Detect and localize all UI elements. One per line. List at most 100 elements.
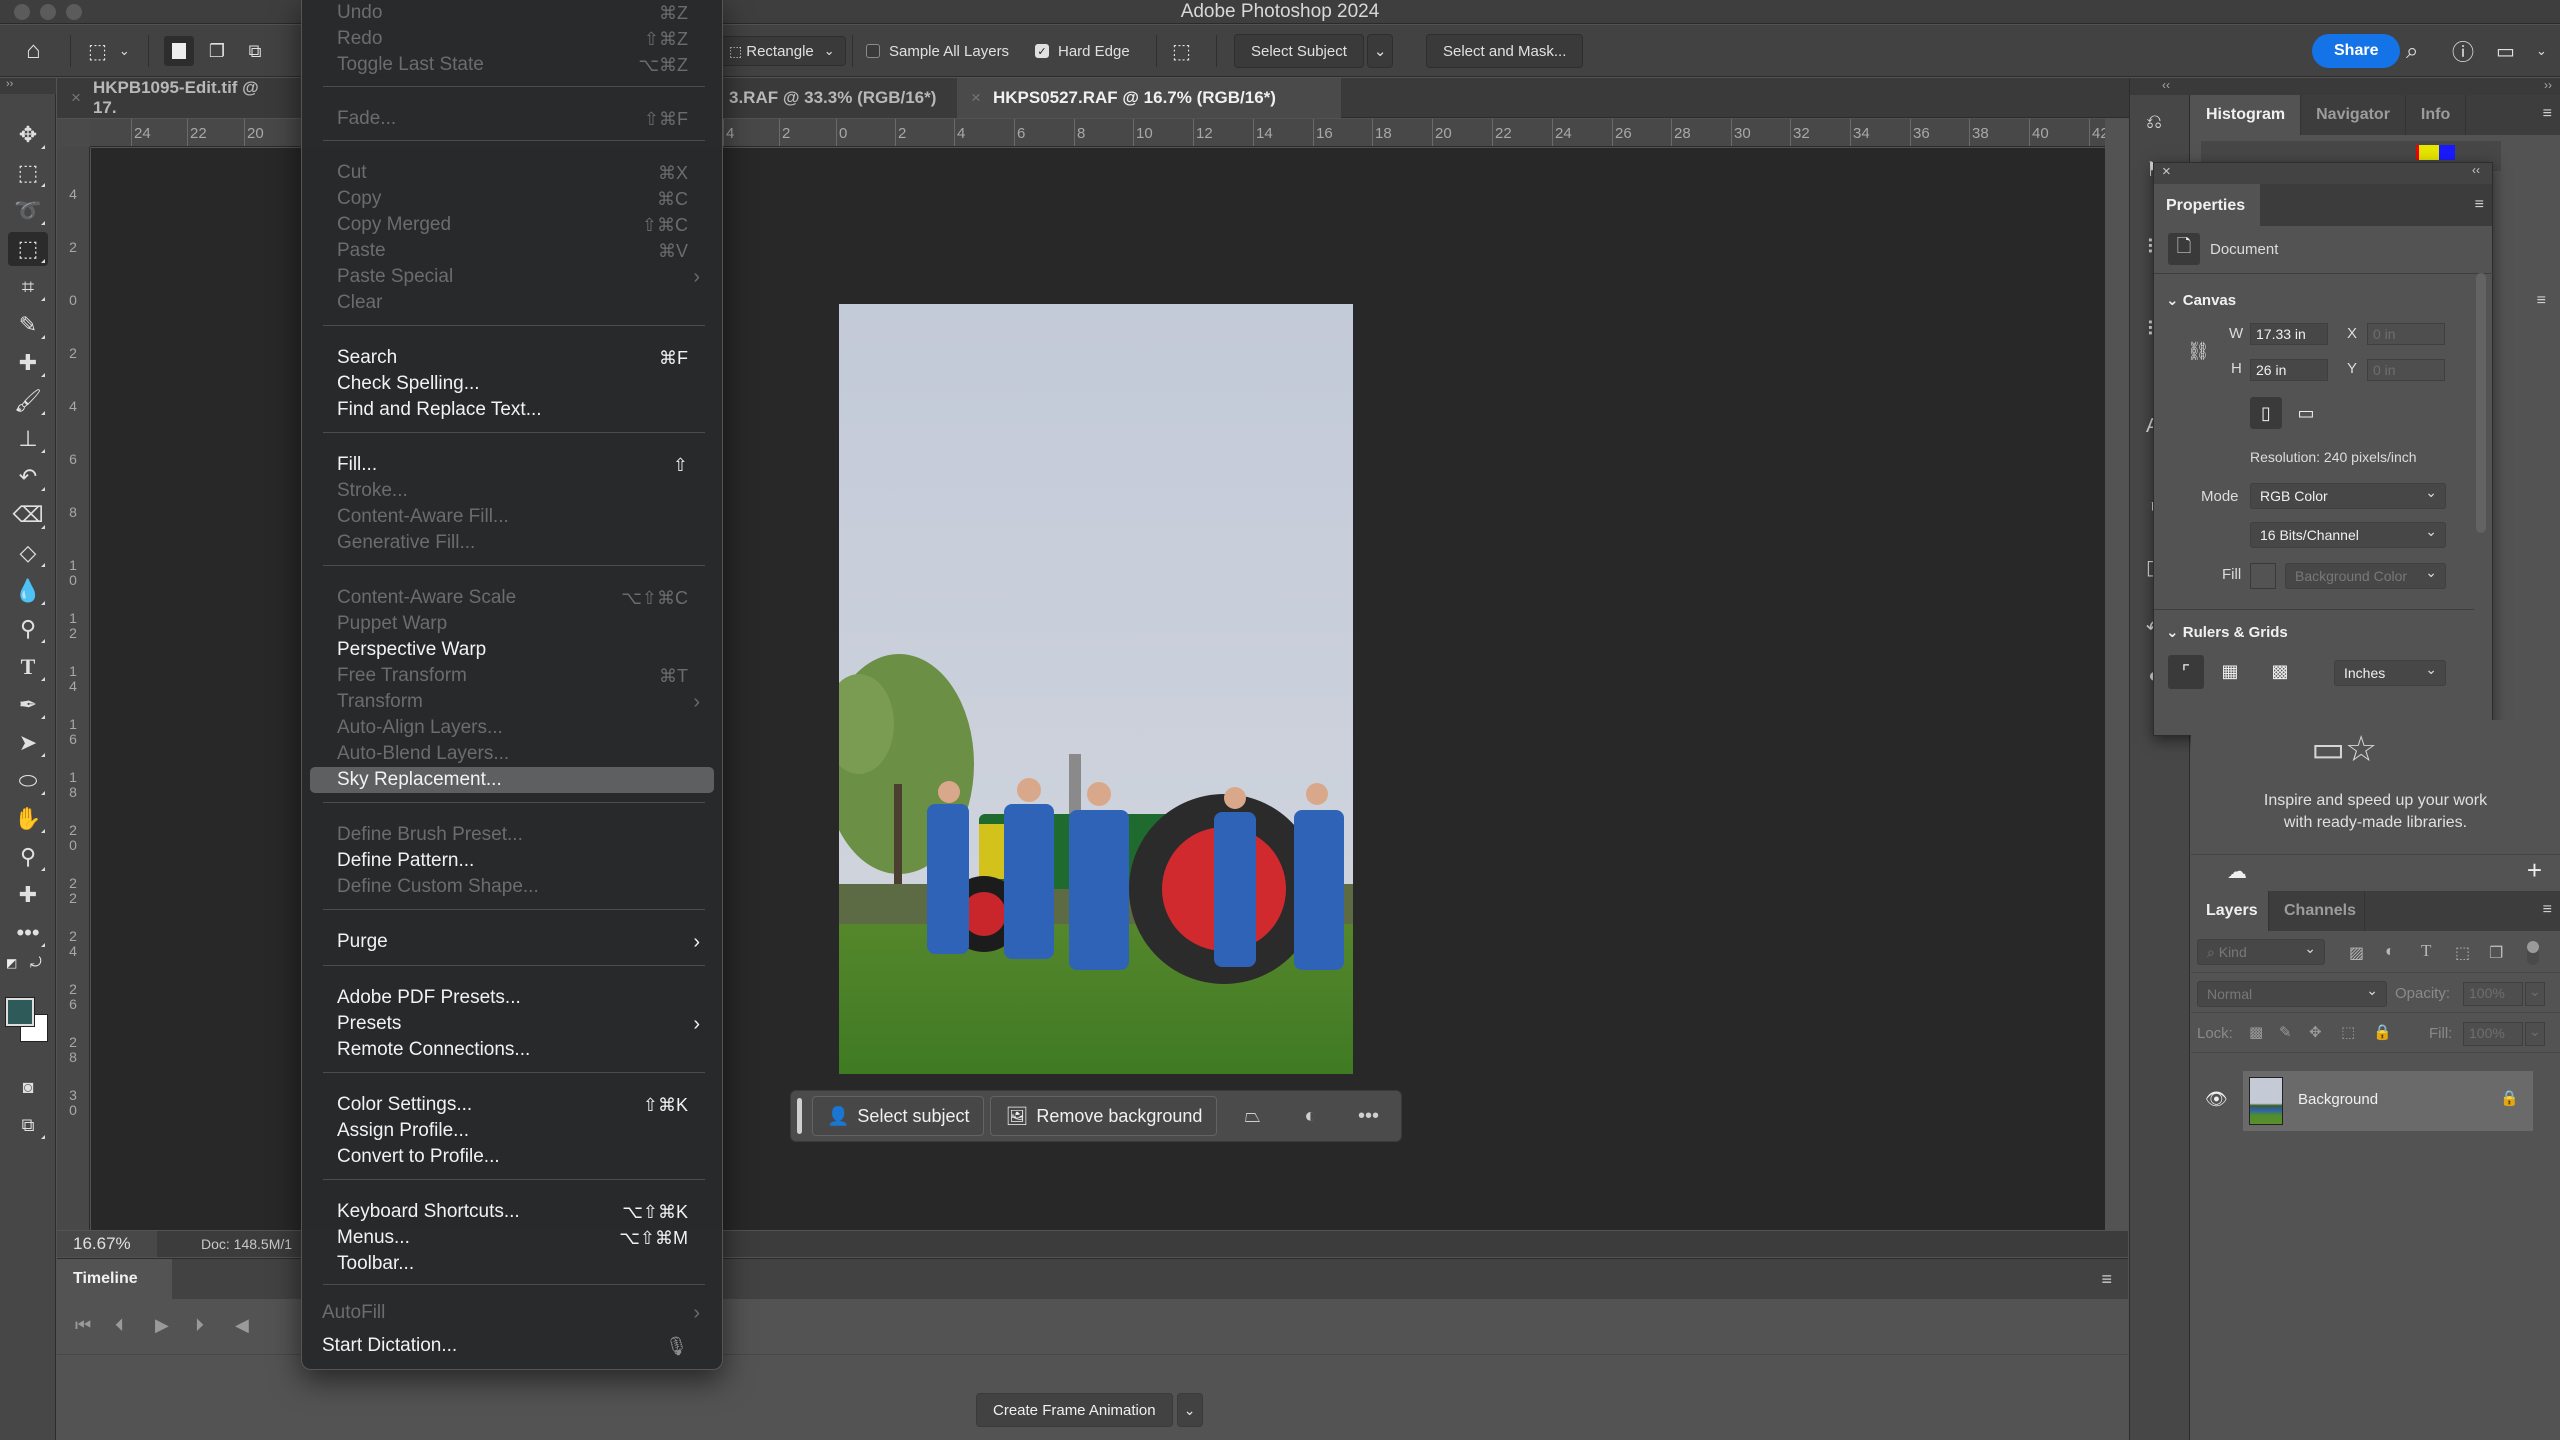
object-selection-tool-preset-icon[interactable]: ⬚ ⌄	[88, 25, 130, 77]
menu-item-color-settings[interactable]: Color Settings... ⇧⌘K	[310, 1092, 714, 1118]
timeline-tab[interactable]: Timeline	[57, 1259, 172, 1299]
ruler-units-select[interactable]: Inches	[2334, 660, 2446, 686]
menu-item-undo[interactable]: Undo ⌘Z	[310, 0, 714, 26]
clone-stamp-tool-icon[interactable]: ⊥	[8, 422, 48, 456]
color-mode-select[interactable]: RGB Color	[2250, 483, 2446, 509]
swap-colors-icon[interactable]: ⤾	[30, 954, 42, 971]
edit-toolbar-icon[interactable]: •••	[8, 916, 48, 950]
tab-info[interactable]: Info	[2406, 95, 2467, 135]
lock-transparent-icon[interactable]: ▩	[2249, 1023, 2263, 1041]
menu-item-search[interactable]: Search ⌘F	[310, 345, 714, 371]
layer-item[interactable]: Background 🔒	[2243, 1071, 2533, 1131]
tab-layers[interactable]: Layers	[2191, 891, 2269, 931]
lock-all-icon[interactable]: 🔒	[2373, 1023, 2392, 1041]
move-tool-icon[interactable]: ✥	[8, 118, 48, 152]
panel-menu-icon[interactable]: ≡	[2543, 105, 2552, 123]
filter-toggle[interactable]	[2527, 941, 2539, 965]
adjustment-layer-filter-icon[interactable]: ◐	[2385, 943, 2395, 961]
menu-item-stroke[interactable]: Stroke...	[310, 478, 714, 504]
panel-menu-icon[interactable]: ≡	[2537, 292, 2546, 310]
blend-mode-select[interactable]: Normal	[2197, 981, 2387, 1007]
transform-icon[interactable]: ⏢	[1223, 1096, 1281, 1136]
x-field[interactable]: 0 in	[2367, 323, 2445, 345]
menu-item-remote-connections[interactable]: Remote Connections...	[310, 1037, 714, 1063]
hard-edge-checkbox[interactable]: ✓ Hard Edge	[1035, 25, 1130, 77]
menu-item-content-aware-fill[interactable]: Content-Aware Fill...	[310, 504, 714, 530]
add-to-selection-button[interactable]: ❐	[202, 36, 232, 66]
previous-frame-icon[interactable]: ⏴	[115, 1315, 124, 1336]
path-selection-tool-icon[interactable]: ➤	[8, 726, 48, 760]
rulers-grids-section-header[interactable]: ⌄ Rulers & Grids	[2166, 623, 2288, 641]
pen-tool-icon[interactable]: ✒	[8, 688, 48, 722]
menu-item-transform[interactable]: Transform ›	[310, 689, 714, 715]
lock-image-icon[interactable]: ✎	[2279, 1023, 2292, 1041]
feedback-icon[interactable]: ⬚	[1172, 25, 1191, 77]
lock-position-icon[interactable]: ✥	[2309, 1023, 2322, 1041]
smart-object-filter-icon[interactable]: ❐	[2489, 943, 2503, 963]
help-icon[interactable]: ⓘ	[2452, 25, 2474, 77]
menu-item-sky-replacement[interactable]: Sky Replacement...	[310, 767, 714, 793]
shape-layer-filter-icon[interactable]: ⬚	[2455, 943, 2470, 963]
menu-item-define-brush-preset[interactable]: Define Brush Preset...	[310, 822, 714, 848]
select-subject-task-button[interactable]: 👤 Select subject	[812, 1096, 985, 1136]
menu-item-toolbar[interactable]: Toolbar...	[310, 1251, 714, 1277]
select-and-mask-button[interactable]: Select and Mask...	[1426, 34, 1584, 68]
menu-item-fade[interactable]: Fade... ⇧⌘F	[310, 106, 714, 132]
menu-item-find-and-replace-text[interactable]: Find and Replace Text...	[310, 397, 714, 423]
menu-item-purge[interactable]: Purge ›	[310, 929, 714, 955]
menu-item-adobe-pdf-presets[interactable]: Adobe PDF Presets...	[310, 985, 714, 1011]
y-field[interactable]: 0 in	[2367, 359, 2445, 381]
menu-item-define-pattern[interactable]: Define Pattern...	[310, 848, 714, 874]
hand-tool-icon[interactable]: ✋	[8, 802, 48, 836]
landscape-orientation-icon[interactable]: ▭	[2290, 397, 2322, 429]
subtract-from-selection-button[interactable]: ⧉	[240, 36, 270, 66]
adjustment-icon[interactable]: ◐	[1281, 1096, 1339, 1136]
menu-item-content-aware-scale[interactable]: Content-Aware Scale ⌥⇧⌘C	[310, 585, 714, 611]
remove-background-button[interactable]: 🖼 Remove background	[990, 1096, 1218, 1136]
doc-tab-active[interactable]: × HKPS0527.RAF @ 16.7% (RGB/16*)	[957, 78, 1341, 118]
brush-tool-icon[interactable]: 🖌	[8, 384, 48, 418]
width-field[interactable]: 17.33 in	[2250, 323, 2328, 345]
crop-tool-icon[interactable]: ⌗	[8, 270, 48, 304]
add-icon[interactable]: +	[2527, 855, 2542, 886]
rulers-icon[interactable]: ⌜	[2168, 655, 2204, 689]
menu-item-menus[interactable]: Menus... ⌥⇧⌘M	[310, 1225, 714, 1251]
menu-item-keyboard-shortcuts[interactable]: Keyboard Shortcuts... ⌥⇧⌘K	[310, 1199, 714, 1225]
ellipse-tool-icon[interactable]: ⬭	[8, 764, 48, 798]
quick-mask-icon[interactable]: ◙	[8, 1070, 48, 1104]
blur-tool-icon[interactable]: 💧	[8, 574, 48, 608]
home-icon[interactable]: ⌂	[26, 25, 41, 77]
animation-type-dropdown[interactable]: ⌄	[1176, 1393, 1203, 1427]
object-selection-tool-icon[interactable]: ⬚	[8, 232, 48, 266]
history-brush-tool-icon[interactable]: ↶	[8, 460, 48, 494]
pixel-layer-filter-icon[interactable]: ▨	[2349, 943, 2364, 963]
menu-item-perspective-warp[interactable]: Perspective Warp	[310, 637, 714, 663]
tab-properties[interactable]: Properties	[2154, 184, 2260, 226]
menu-item-generative-fill[interactable]: Generative Fill...	[310, 530, 714, 556]
bit-depth-select[interactable]: 16 Bits/Channel	[2250, 522, 2446, 548]
type-layer-filter-icon[interactable]: T	[2421, 941, 2431, 961]
lock-artboard-icon[interactable]: ⬚	[2341, 1023, 2355, 1041]
opacity-field[interactable]: 100%	[2463, 982, 2523, 1006]
panel-title-bar[interactable]: × ‹‹	[2154, 163, 2492, 184]
audio-icon[interactable]: ◀	[235, 1315, 249, 1336]
zoom-tool-icon[interactable]: ⚲	[8, 840, 48, 874]
default-colors-icon[interactable]: ◩	[6, 956, 17, 970]
lasso-tool-icon[interactable]: ➰	[8, 194, 48, 228]
cloud-icon[interactable]: ☁	[2227, 859, 2247, 884]
menu-item-toggle-last-state[interactable]: Toggle Last State ⌥⌘Z	[310, 52, 714, 78]
menu-item-fill[interactable]: Fill... ⇧	[310, 452, 714, 478]
panel-menu-icon[interactable]: ≡	[2475, 196, 2484, 214]
history-icon[interactable]: ⎌	[2146, 111, 2162, 134]
marquee-tool-icon[interactable]: ⬚	[8, 156, 48, 190]
chevron-down-icon[interactable]: ⌄	[2536, 25, 2547, 77]
next-frame-icon[interactable]: ⏵	[195, 1315, 204, 1336]
menu-item-copy-merged[interactable]: Copy Merged ⇧⌘C	[310, 212, 714, 238]
type-tool-icon[interactable]: T	[8, 650, 48, 684]
doc-tab[interactable]: 3.RAF @ 33.3% (RGB/16*)	[715, 78, 997, 118]
filter-kind-select[interactable]: ⌕ Kind	[2197, 939, 2325, 965]
panel-menu-icon[interactable]: ≡	[2543, 901, 2552, 919]
menu-item-copy[interactable]: Copy ⌘C	[310, 186, 714, 212]
vertical-ruler[interactable]: 4 2 0 2 4 6 8 1 0 1 2 1 4 1 6 1 8 2 0 2 2 2 4 2 6 2 8 3 0	[57, 147, 90, 1230]
menu-item-assign-profile[interactable]: Assign Profile...	[310, 1118, 714, 1144]
